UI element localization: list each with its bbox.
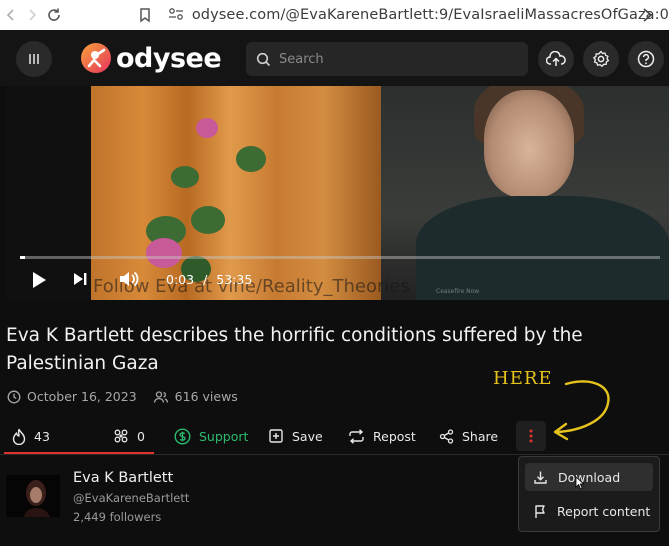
cloud-upload-icon [546, 51, 566, 66]
play-icon [33, 272, 46, 288]
flower [146, 238, 182, 268]
volume-icon [120, 271, 139, 287]
menu-item-download[interactable]: Download [525, 463, 653, 491]
fire-button[interactable]: 43 [12, 421, 50, 451]
clock-icon [7, 390, 21, 403]
download-icon [534, 471, 547, 484]
bookmark-button[interactable] [134, 0, 155, 30]
volume-button[interactable] [118, 269, 140, 293]
section-divider [0, 454, 669, 455]
view-count: 616 views [174, 389, 238, 404]
views-icon [153, 390, 168, 403]
mouse-cursor-icon [575, 476, 585, 490]
site-settings-icon[interactable] [168, 6, 184, 25]
next-button[interactable] [72, 271, 88, 291]
video-progress-bar[interactable] [20, 256, 660, 259]
video-person-face [484, 90, 574, 198]
menu-item-report[interactable]: Report content [525, 497, 653, 525]
skip-next-icon [74, 273, 87, 285]
reload-button[interactable] [43, 0, 64, 30]
menu-button[interactable] [16, 41, 52, 77]
slime-count: 0 [137, 428, 145, 444]
channel-handle[interactable]: @EvaKareneBartlett [73, 491, 189, 505]
reload-icon [47, 8, 60, 21]
share-icon [439, 428, 454, 444]
save-label: Save [292, 428, 323, 444]
flag-icon [535, 504, 545, 518]
duration: 53:35 [216, 272, 253, 287]
more-options-button[interactable] [516, 421, 546, 451]
video-player[interactable]: Follow Eva at vine/Reality_Theories Ceas… [6, 86, 669, 300]
video-watermark-small: Ceasefire Now [436, 288, 480, 295]
browser-toolbar: odysee.com/@EvaKareneBartlett:9/EvaIsrae… [0, 0, 669, 30]
here-annotation: HERE [493, 368, 553, 389]
fire-icon [12, 428, 26, 445]
forward-arrow-icon [29, 9, 37, 21]
repost-label: Repost [373, 428, 416, 444]
video-person-body [416, 196, 669, 300]
address-bar[interactable]: odysee.com/@EvaKareneBartlett:9/EvaIsrae… [192, 7, 669, 23]
help-icon [637, 50, 655, 68]
plant-leaf [236, 146, 266, 172]
share-label: Share [462, 428, 499, 444]
dollar-icon [174, 427, 191, 445]
search-bar[interactable]: Search [246, 42, 528, 76]
video-frame-wall [91, 86, 381, 300]
logo-text: odysee [116, 42, 222, 74]
publish-date: October 16, 2023 [27, 389, 137, 404]
slime-icon [114, 429, 128, 443]
share-button[interactable]: Share [439, 421, 498, 451]
current-time: 0:03 [166, 272, 195, 287]
time-separator: / [203, 272, 208, 287]
help-button[interactable] [628, 41, 664, 77]
video-meta: October 16, 2023 616 views [7, 389, 238, 404]
channel-followers: 2,449 followers [73, 510, 162, 524]
support-label: Support [199, 428, 249, 444]
support-button[interactable]: Support [174, 421, 248, 451]
add-to-playlist-icon [269, 429, 283, 443]
odysee-logo-icon [81, 43, 111, 73]
plant-leaf [191, 206, 225, 234]
channel-avatar[interactable] [6, 475, 60, 517]
bookmark-icon [140, 8, 150, 23]
video-progress-fill [20, 256, 26, 259]
repost-icon [349, 428, 364, 444]
kebab-menu-icon [529, 429, 533, 443]
channel-name[interactable]: Eva K Bartlett [73, 470, 173, 486]
back-arrow-icon [6, 9, 14, 21]
back-button[interactable] [0, 0, 21, 30]
search-input[interactable]: Search [279, 52, 324, 67]
video-frame-dark [6, 86, 91, 300]
gear-icon [593, 50, 610, 67]
video-actions: 43 0 Support Save Repost Share [0, 421, 669, 451]
odysee-logo[interactable]: odysee [80, 42, 222, 74]
play-button[interactable] [30, 270, 48, 294]
search-icon [256, 52, 271, 66]
browser-menu-icon[interactable] [639, 4, 659, 30]
app-header: odysee Search [0, 30, 669, 86]
video-title: Eva K Bartlett describes the horrific co… [6, 325, 583, 374]
plant-leaf [171, 166, 199, 188]
settings-button[interactable] [583, 41, 619, 77]
more-options-menu: Download Report content [518, 456, 660, 532]
hamburger-icon [29, 54, 39, 64]
fire-count: 43 [34, 428, 50, 444]
menu-item-label: Report content [557, 503, 651, 519]
save-button[interactable]: Save [268, 421, 323, 451]
forward-button[interactable] [21, 0, 42, 30]
flower [196, 118, 218, 138]
upload-button[interactable] [538, 41, 574, 77]
video-time: 0:03 / 53:35 [166, 272, 252, 287]
repost-button[interactable]: Repost [348, 421, 416, 451]
avatar-image [6, 475, 60, 517]
menu-item-label: Download [558, 469, 621, 485]
slime-button[interactable]: 0 [113, 421, 145, 451]
